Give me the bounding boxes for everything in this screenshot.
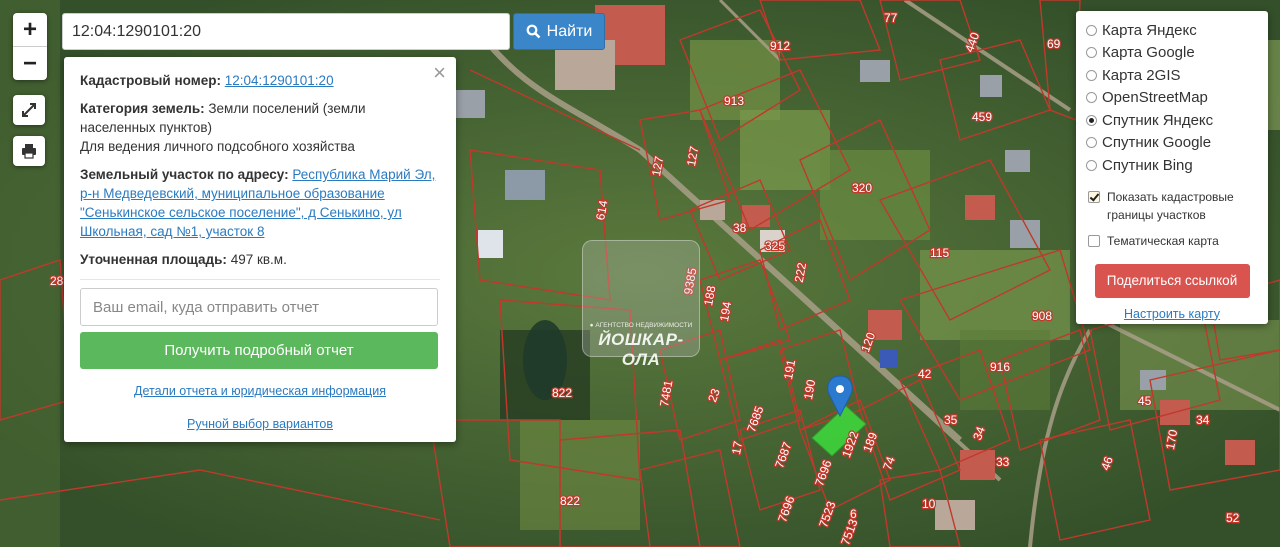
- fullscreen-button[interactable]: [13, 95, 45, 125]
- parcel-label: 77: [884, 11, 898, 25]
- show-borders-label: Показать кадастровые границы участков: [1107, 189, 1234, 222]
- layer-option-label: Спутник Яндекс: [1102, 111, 1214, 129]
- parcel-label: 822: [560, 494, 580, 508]
- parcel-label: 28: [50, 274, 64, 288]
- parcel-info-popup: × Кадастровый номер: 12:04:1290101:20 Ка…: [64, 57, 456, 442]
- thematic-map-checkbox[interactable]: Тематическая карта: [1086, 232, 1258, 250]
- agency-watermark: ● АГЕНТСТВО НЕДВИЖИМОСТИ ЙОШКАР-ОЛА: [582, 240, 700, 369]
- zoom-out-button[interactable]: −: [13, 46, 47, 80]
- area-value: 497 кв.м.: [230, 252, 287, 267]
- watermark-big-text: ЙОШКАР-ОЛА: [598, 330, 684, 369]
- report-details-link[interactable]: Детали отчета и юридическая информация: [134, 384, 386, 398]
- radio-icon: [1086, 92, 1097, 104]
- radio-icon: [1086, 159, 1097, 171]
- parcel-label: 34: [1196, 413, 1210, 427]
- expand-icon: [22, 103, 36, 117]
- parcel-label: 45: [1138, 394, 1152, 408]
- land-category-label: Категория земель:: [80, 101, 205, 116]
- get-report-button[interactable]: Получить подробный отчет: [80, 332, 438, 369]
- share-link-button[interactable]: Поделиться ссылкой: [1094, 263, 1250, 298]
- parcel-label: 912: [770, 39, 790, 53]
- parcel-label: 916: [990, 360, 1010, 374]
- address-row: Земельный участок по адресу: Республика …: [80, 165, 440, 241]
- parcel-label: 913: [724, 94, 744, 108]
- email-field[interactable]: [80, 288, 438, 326]
- layer-option-yandex-satellite[interactable]: Спутник Яндекс: [1086, 109, 1258, 132]
- area-row: Уточненная площадь: 497 кв.м.: [80, 250, 440, 269]
- radio-icon: [1086, 69, 1097, 81]
- layer-option-osm[interactable]: OpenStreetMap: [1086, 87, 1258, 110]
- cadastral-number-link[interactable]: 12:04:1290101:20: [225, 73, 334, 88]
- watermark-small-text: ● АГЕНТСТВО НЕДВИЖИМОСТИ: [589, 322, 693, 329]
- cadastral-search-input[interactable]: [62, 13, 510, 50]
- manual-selection-link[interactable]: Ручной выбор вариантов: [187, 417, 333, 431]
- parcel-label: 42: [918, 367, 932, 381]
- search-button[interactable]: Найти: [513, 13, 605, 50]
- layer-option-label: Карта 2GIS: [1102, 66, 1181, 84]
- layer-option-label: Карта Яндекс: [1102, 21, 1197, 39]
- parcel-label: 115: [930, 246, 949, 260]
- layer-option-google-map[interactable]: Карта Google: [1086, 42, 1258, 65]
- parcel-label: 325: [765, 239, 785, 253]
- show-borders-checkbox[interactable]: Показать кадастровые границы участков: [1086, 188, 1258, 224]
- layer-option-2gis-map[interactable]: Карта 2GIS: [1086, 64, 1258, 87]
- radio-icon: [1086, 137, 1097, 149]
- area-label: Уточненная площадь:: [80, 252, 227, 267]
- layer-option-label: OpenStreetMap: [1102, 89, 1208, 107]
- cadastral-number-row: Кадастровый номер: 12:04:1290101:20: [80, 71, 440, 90]
- parcel-label: 69: [1047, 37, 1061, 51]
- zoom-control: + −: [13, 13, 47, 80]
- parcel-label: 908: [1032, 309, 1052, 323]
- layer-option-label: Спутник Google: [1102, 134, 1212, 152]
- parcel-label: 17: [729, 440, 745, 456]
- parcel-label: 459: [972, 110, 992, 124]
- thematic-map-label: Тематическая карта: [1107, 233, 1219, 248]
- address-label: Земельный участок по адресу:: [80, 167, 289, 182]
- configure-map-link[interactable]: Настроить карту: [1124, 307, 1220, 321]
- cadastral-number-label: Кадастровый номер:: [80, 73, 221, 88]
- layer-option-yandex-map[interactable]: Карта Яндекс: [1086, 19, 1258, 42]
- layer-option-bing-satellite[interactable]: Спутник Bing: [1086, 154, 1258, 177]
- radio-icon: [1086, 24, 1097, 36]
- divider: [80, 279, 440, 280]
- layer-option-label: Карта Google: [1102, 44, 1195, 62]
- parcel-label: 33: [996, 455, 1010, 469]
- parcel-label: 35: [944, 413, 958, 427]
- land-use-value: Для ведения личного подсобного хозяйства: [80, 139, 355, 154]
- print-button[interactable]: [13, 136, 45, 166]
- close-icon[interactable]: ×: [433, 62, 446, 84]
- checkbox-icon: [1088, 234, 1100, 247]
- parcel-label: 822: [552, 386, 572, 400]
- search-icon: [526, 24, 541, 39]
- parcel-label: 52: [1226, 511, 1240, 525]
- radio-selected-icon: [1086, 114, 1097, 126]
- zoom-in-button[interactable]: +: [13, 13, 47, 46]
- layer-option-google-satellite[interactable]: Спутник Google: [1086, 132, 1258, 155]
- parcel-label: 38: [733, 221, 747, 235]
- printer-icon: [22, 144, 36, 159]
- land-category-row: Категория земель: Земли поселений (земли…: [80, 99, 440, 156]
- checkbox-checked-icon: [1088, 190, 1100, 203]
- map-layer-panel: Карта Яндекс Карта Google Карта 2GIS Ope…: [1076, 11, 1268, 324]
- parcel-label: 320: [852, 181, 872, 195]
- parcel-label: 10: [922, 497, 936, 511]
- search-button-label: Найти: [546, 22, 593, 40]
- radio-icon: [1086, 47, 1097, 59]
- layer-option-label: Спутник Bing: [1102, 156, 1193, 174]
